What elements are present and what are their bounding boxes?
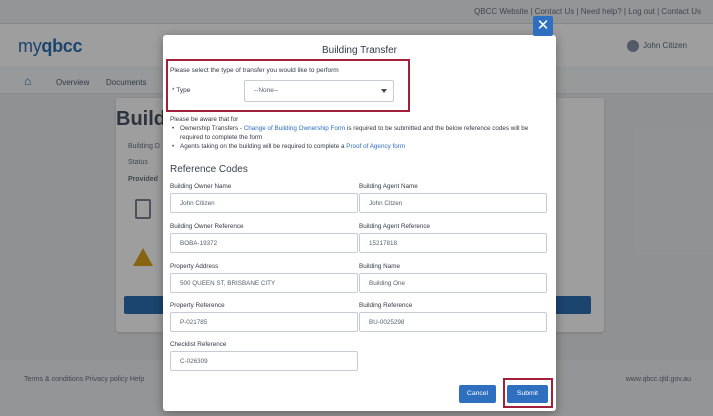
building-name-label: Building Name <box>359 263 400 270</box>
info-list: Ownership Transfers - Change of Building… <box>172 124 548 151</box>
info-item1-prefix: Ownership Transfers - <box>180 125 244 132</box>
info-item-agency: Agents taking on the building will be re… <box>172 142 548 151</box>
reference-codes-heading: Reference Codes <box>170 164 248 175</box>
agent-reference-field[interactable]: 15217818 <box>359 233 547 253</box>
cancel-button[interactable]: Cancel <box>459 385 496 403</box>
owner-name-label: Building Owner Name <box>170 183 232 190</box>
chevron-down-icon <box>381 89 387 93</box>
building-reference-field[interactable]: BU-0025298 <box>359 312 547 332</box>
property-reference-field[interactable]: P-021785 <box>170 312 358 332</box>
close-icon[interactable]: ✕ <box>533 16 553 36</box>
checklist-reference-label: Checklist Reference <box>170 341 227 348</box>
submit-button[interactable]: Submit <box>507 385 548 403</box>
type-select-value: --None-- <box>254 87 279 94</box>
property-address-field[interactable]: 500 QUEEN ST, BRISBANE CITY <box>170 273 358 293</box>
agent-reference-label: Building Agent Reference <box>359 223 431 230</box>
info-item2-prefix: Agents taking on the building will be re… <box>180 143 347 150</box>
dialog-title: Building Transfer <box>321 45 398 56</box>
agent-name-label: Building Agent Name <box>359 183 418 190</box>
building-name-field[interactable]: Building One <box>359 273 547 293</box>
proof-of-agency-link[interactable]: Proof of Agency form <box>346 143 405 150</box>
info-intro: Please be aware that for <box>170 116 239 123</box>
transfer-type-select[interactable]: --None-- <box>244 80 394 102</box>
owner-reference-label: Building Owner Reference <box>170 223 244 230</box>
agent-name-field[interactable]: John Citzen <box>359 193 547 213</box>
owner-reference-field[interactable]: BOBA-19372 <box>170 233 358 253</box>
type-prompt-text: Please select the type of transfer you w… <box>170 67 339 74</box>
ownership-form-link[interactable]: Change of Building Ownership Form <box>244 125 346 132</box>
checklist-reference-field[interactable]: C-026309 <box>170 351 358 371</box>
type-label: * Type <box>172 87 191 94</box>
property-address-label: Property Address <box>170 263 219 270</box>
info-item-ownership: Ownership Transfers - Change of Building… <box>172 124 548 142</box>
property-reference-label: Property Reference <box>170 302 225 309</box>
building-reference-label: Building Reference <box>359 302 413 309</box>
owner-name-field[interactable]: John Citizen <box>170 193 358 213</box>
